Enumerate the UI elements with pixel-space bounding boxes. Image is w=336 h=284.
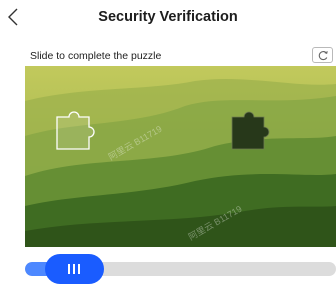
page-title: Security Verification bbox=[98, 9, 238, 25]
landscape-background bbox=[25, 66, 336, 247]
refresh-button[interactable] bbox=[312, 47, 333, 63]
puzzle-gap bbox=[231, 111, 270, 150]
refresh-icon bbox=[318, 51, 328, 61]
slider-handle[interactable] bbox=[45, 254, 104, 284]
header: Security Verification bbox=[0, 0, 336, 38]
puzzle-instruction: Slide to complete the puzzle bbox=[30, 50, 162, 62]
puzzle-piece bbox=[56, 111, 95, 150]
puzzle-image: 阿里云 B11719 阿里云 B11719 bbox=[25, 66, 336, 247]
